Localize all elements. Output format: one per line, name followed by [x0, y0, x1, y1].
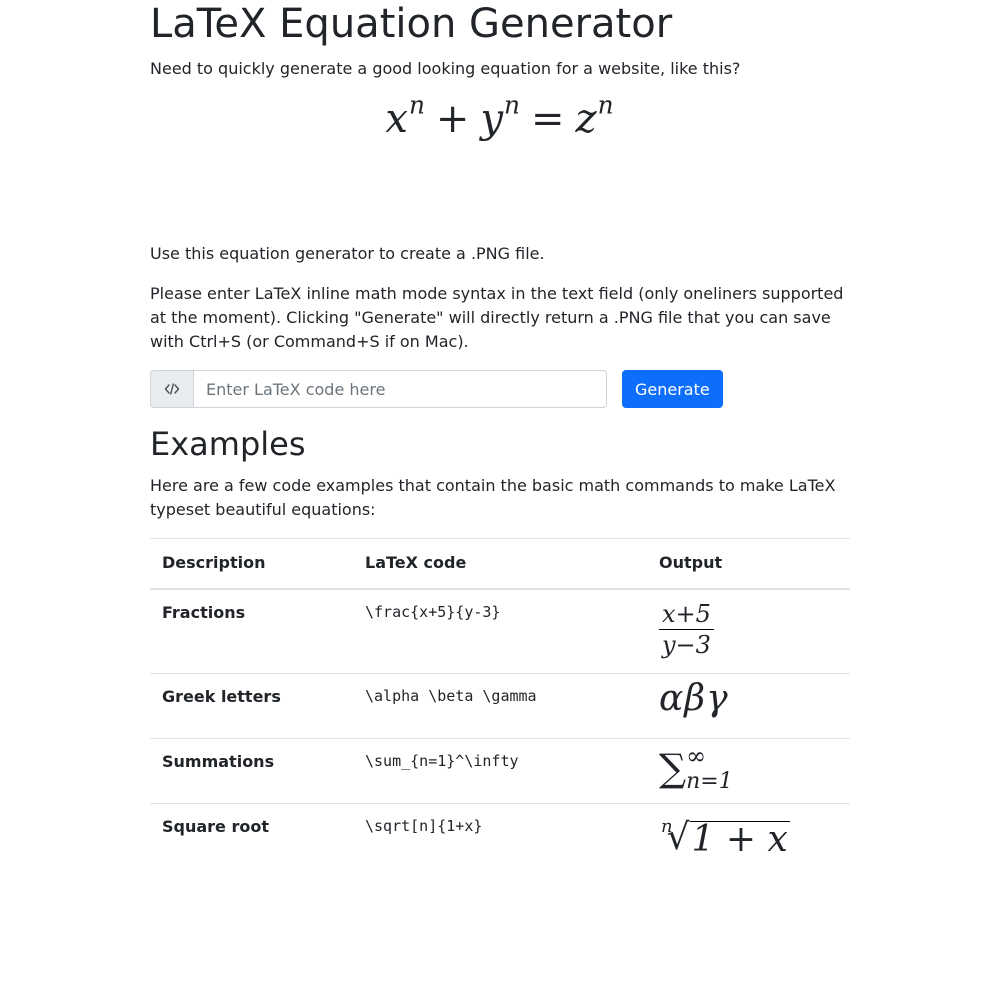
instructions-text: Please enter LaTeX inline math mode synt… — [150, 284, 844, 351]
summation-symbol: ∑ — [659, 745, 687, 790]
fraction-output: x+5 y−3 — [659, 601, 714, 658]
examples-description: Here are a few code examples that contai… — [150, 476, 836, 519]
row-code: \frac{x+5}{y-3} — [353, 589, 647, 674]
column-header-output: Output — [647, 538, 850, 590]
summation-upper-limit: ∞ — [686, 741, 707, 770]
greek-letters-output: αβγ — [659, 677, 729, 719]
use-line-text: Use this equation generator to create a … — [150, 244, 545, 263]
row-code: \sqrt[n]{1+x} — [365, 816, 483, 835]
square-root-output: n √ 1 + x — [659, 816, 790, 860]
fraction-denominator: y−3 — [661, 631, 711, 659]
row-output-sqrt: n √ 1 + x — [647, 803, 850, 868]
row-description: Square root — [162, 816, 269, 836]
table-row: Summations \sum_{n=1}^\infty ∑ ∞ n=1 — [150, 738, 850, 804]
examples-table: Description LaTeX code Output Fractions … — [150, 538, 850, 868]
hero-eq-exp-1: n — [408, 90, 426, 120]
examples-title: Examples — [150, 425, 306, 463]
latex-input-group — [150, 370, 607, 408]
hero-eq-plus: + — [435, 96, 471, 142]
row-code: \sum_{n=1}^\infty — [353, 738, 647, 804]
hero-equation: xn + yn = zn — [150, 93, 850, 214]
page-title: LaTeX Equation Generator — [150, 1, 673, 47]
row-description: Greek letters — [150, 673, 353, 739]
summation-output: ∑ ∞ n=1 — [659, 741, 733, 794]
table-row: Square root \sqrt[n]{1+x} n √ 1 + x — [150, 803, 850, 868]
hero-eq-equals: = — [531, 96, 566, 142]
hero-eq-exp-2: n — [504, 90, 522, 120]
radicand: 1 + x — [689, 818, 790, 860]
fraction-numerator: x+5 — [659, 601, 714, 630]
table-row: Greek letters \alpha \beta \gamma αβγ — [150, 673, 850, 739]
row-description: Fractions — [150, 589, 353, 674]
row-output-fraction: x+5 y−3 — [647, 589, 850, 674]
radical-symbol: √ — [666, 816, 690, 858]
latex-form: Generate — [150, 370, 850, 408]
hero-eq-x: x — [385, 96, 409, 142]
row-output-summation: ∑ ∞ n=1 — [647, 738, 850, 804]
row-code: \alpha \beta \gamma — [353, 673, 647, 739]
row-output-greek: αβγ — [647, 673, 850, 739]
latex-code-input[interactable] — [193, 370, 607, 408]
generate-button[interactable]: Generate — [622, 370, 723, 408]
table-header-row: Description LaTeX code Output — [150, 538, 850, 590]
summation-limits: ∞ n=1 — [686, 741, 733, 794]
page-container: LaTeX Equation Generator Need to quickly… — [150, 0, 850, 868]
row-description: Summations — [150, 738, 353, 804]
table-row: Fractions \frac{x+5}{y-3} x+5 y−3 — [150, 589, 850, 674]
hero-eq-z: z — [575, 96, 598, 142]
column-header-latex-code: LaTeX code — [353, 538, 647, 590]
intro-text: Need to quickly generate a good looking … — [150, 59, 741, 78]
hero-eq-y: y — [480, 96, 505, 142]
code-icon — [150, 370, 193, 408]
column-header-description: Description — [150, 538, 353, 590]
hero-eq-exp-3: n — [597, 90, 615, 120]
summation-lower-limit: n=1 — [686, 768, 733, 794]
